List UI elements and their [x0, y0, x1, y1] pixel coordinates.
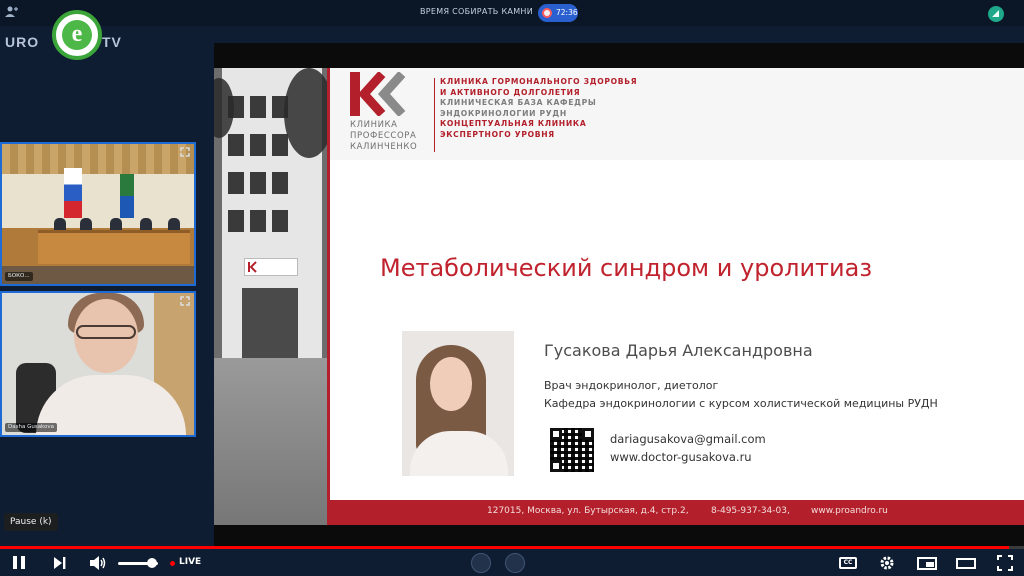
dock-app-icon[interactable]	[471, 553, 491, 573]
tagline-line: КОНЦЕПТУАЛЬНАЯ КЛИНИКА	[440, 119, 587, 129]
speaker-website: www.doctor-gusakova.ru	[610, 450, 752, 464]
speaker-role: Врач эндокринолог, диетолог	[544, 379, 719, 392]
next-button[interactable]	[49, 553, 69, 573]
window	[250, 134, 266, 156]
speaker-department: Кафедра эндокринологии с курсом холистич…	[544, 397, 938, 410]
slide-title: Метаболический синдром и уролитиаз	[380, 254, 873, 282]
miniplayer-icon	[917, 557, 937, 570]
participant-name: Dasha Gusakova	[5, 423, 58, 432]
speaker-face	[430, 357, 472, 411]
clinic-name-line: ПРОФЕССОРА	[350, 131, 417, 141]
tagline-line: КЛИНИКА ГОРМОНАЛЬНОГО ЗДОРОВЬЯ	[440, 77, 638, 86]
tagline-line: КЛИНИЧЕСКАЯ БАЗА КАФЕДРЫ	[440, 98, 597, 108]
window	[250, 172, 266, 194]
volume-button[interactable]	[88, 553, 108, 573]
channel-logo: URO e TV	[0, 8, 130, 64]
logo-text-right: TV	[102, 34, 122, 50]
volume-slider-handle[interactable]	[147, 558, 157, 568]
qr-finder	[550, 428, 562, 440]
logo-badge-letter: e	[62, 20, 92, 50]
pause-icon	[21, 556, 25, 569]
tagline-line: ЭНДОКРИНОЛОГИИ РУДН	[440, 108, 567, 118]
dock-app-icon[interactable]	[505, 553, 525, 573]
theater-icon	[956, 558, 976, 569]
window	[272, 210, 288, 232]
clinic-tagline: КЛИНИКА ГОРМОНАЛЬНОГО ЗДОРОВЬЯ И АКТИВНО…	[440, 77, 640, 141]
window	[228, 134, 244, 156]
recording-time: 72:36	[556, 8, 578, 17]
footer-website: www.proandro.ru	[811, 506, 888, 516]
presentation-slide: КЛИНИКА ПРОФЕССОРА КАЛИНЧЕНКО КЛИНИКА ГО…	[214, 68, 1024, 525]
pause-tooltip: Pause (k)	[4, 513, 58, 531]
settings-button[interactable]	[877, 553, 897, 573]
conference-topbar: ВРЕМЯ СОБИРАТЬ КАМНИ 72:36	[0, 0, 1024, 26]
fullscreen-icon	[997, 555, 1013, 571]
pause-button[interactable]	[8, 553, 30, 573]
footer-address: 127015, Москва, ул. Бутырская, д.4, стр.…	[487, 506, 689, 516]
status-icon[interactable]	[988, 6, 1004, 22]
speaker-name: Гусакова Дарья Александровна	[544, 341, 813, 360]
clinic-logo	[350, 70, 406, 118]
qr-code	[550, 428, 594, 472]
speaker-email: dariagusakova@gmail.com	[610, 432, 766, 446]
flag	[64, 168, 82, 218]
window	[250, 96, 266, 118]
miniplayer-inner	[926, 562, 934, 567]
doorway	[242, 288, 298, 358]
screen-share: КЛИНИКА ПРОФЕССОРА КАЛИНЧЕНКО КЛИНИКА ГО…	[214, 43, 1024, 549]
hall-wall	[2, 174, 194, 228]
webcam-video	[2, 293, 194, 435]
participant-tile[interactable]: Dasha Gusakova	[0, 291, 196, 437]
subtitles-button[interactable]: CC	[838, 553, 858, 573]
expand-icon[interactable]	[180, 296, 190, 306]
qr-finder	[582, 428, 594, 440]
live-label[interactable]: LIVE	[179, 557, 201, 567]
video-player: ВРЕМЯ СОБИРАТЬ КАМНИ 72:36 URO e TV БОКО…	[0, 0, 1024, 576]
window	[272, 172, 288, 194]
volume-icon	[90, 556, 106, 570]
footer-phone: 8-495-937-34-03,	[711, 506, 790, 516]
live-indicator-dot	[170, 561, 175, 566]
pause-icon	[13, 556, 17, 569]
logo-text-left: URO	[5, 34, 40, 50]
curtain	[2, 144, 194, 174]
slide-footer: 127015, Москва, ул. Бутырская, д.4, стр.…	[327, 500, 1024, 525]
walkway	[214, 358, 327, 525]
clinic-photo	[214, 68, 334, 525]
logo-badge: e	[52, 10, 102, 60]
qr-finder	[550, 460, 562, 472]
window	[272, 134, 288, 156]
fullscreen-button[interactable]	[995, 553, 1015, 573]
clinic-name-line: КЛИНИКА	[350, 120, 398, 130]
speaker-photo	[402, 331, 514, 476]
expand-icon[interactable]	[180, 147, 190, 157]
window	[228, 172, 244, 194]
header-divider	[434, 78, 435, 152]
next-icon	[54, 557, 66, 569]
player-controls: LIVE CC	[0, 549, 1024, 576]
miniplayer-button[interactable]	[916, 553, 938, 573]
slide-header: КЛИНИКА ПРОФЕССОРА КАЛИНЧЕНКО КЛИНИКА ГО…	[330, 68, 1024, 160]
flag	[120, 174, 134, 218]
window	[250, 210, 266, 232]
clinic-name: КЛИНИКА ПРОФЕССОРА КАЛИНЧЕНКО	[350, 120, 440, 153]
participant-tile[interactable]: БОКО...	[0, 142, 196, 286]
presidium-table	[38, 230, 190, 264]
clinic-sign-logo	[248, 261, 260, 273]
clinic-sign	[244, 258, 298, 276]
tagline-line: ЭКСПЕРТНОГО УРОВНЯ	[440, 129, 555, 139]
record-icon	[542, 8, 552, 18]
conference-hall-video	[2, 144, 194, 284]
meeting-title: ВРЕМЯ СОБИРАТЬ КАМНИ	[420, 7, 533, 16]
participant-name: БОКО...	[5, 272, 33, 281]
window	[228, 210, 244, 232]
theater-mode-button[interactable]	[955, 553, 977, 573]
tagline-line: И АКТИВНОГО ДОЛГОЛЕТИЯ	[440, 87, 581, 97]
cc-icon: CC	[839, 557, 857, 569]
glasses	[76, 325, 136, 339]
gear-icon	[880, 556, 894, 570]
recording-indicator[interactable]: 72:36	[538, 4, 578, 22]
clinic-name-line: КАЛИНЧЕНКО	[350, 142, 418, 152]
